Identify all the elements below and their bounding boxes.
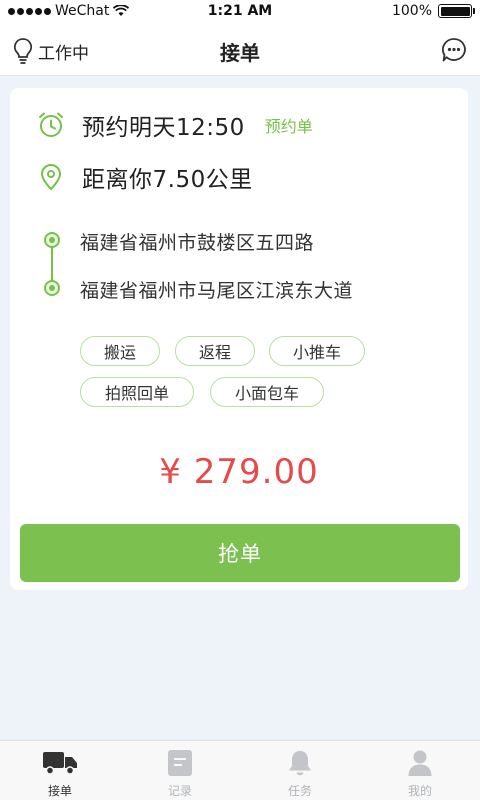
order-card: 预约明天12:50 预约单 距离你7.50公里 福建省福州市鼓楼区五四路 福建省… bbox=[10, 88, 468, 590]
status-bar: WeChat 1:21 AM 100% bbox=[0, 0, 480, 24]
distance-text: 距离你7.50公里 bbox=[82, 167, 253, 193]
bell-icon bbox=[282, 747, 318, 779]
nav-bar: 工作中 接单 bbox=[0, 24, 480, 76]
battery-icon bbox=[438, 4, 475, 18]
tab-records[interactable]: 记录 bbox=[120, 741, 240, 800]
battery-fill bbox=[440, 6, 470, 16]
truck-icon bbox=[42, 747, 78, 779]
service-tag: 返程 bbox=[175, 336, 255, 366]
alarm-clock-icon bbox=[36, 110, 66, 140]
appointment-time: 预约明天12:50 bbox=[82, 115, 245, 141]
document-icon bbox=[162, 747, 198, 779]
tab-orders[interactable]: 接单 bbox=[0, 741, 120, 800]
page-title: 接单 bbox=[220, 41, 260, 65]
message-button[interactable] bbox=[440, 36, 468, 68]
service-tag: 拍照回单 bbox=[80, 377, 194, 407]
service-tag: 搬运 bbox=[80, 336, 160, 366]
chat-bubble-icon bbox=[442, 38, 466, 62]
distance-row: 距离你7.50公里 bbox=[36, 160, 253, 194]
appointment-tag: 预约单 bbox=[264, 117, 313, 136]
tab-label: 接单 bbox=[47, 784, 72, 798]
destination-dot-icon bbox=[44, 280, 60, 296]
origin-address: 福建省福州市鼓楼区五四路 bbox=[80, 232, 315, 254]
battery-percent: 100% bbox=[391, 3, 432, 19]
status-right: 100% bbox=[391, 3, 475, 19]
tab-label: 任务 bbox=[287, 784, 312, 798]
tab-bar: 接单 记录 任务 我的 bbox=[0, 740, 480, 800]
grab-order-button[interactable]: 抢单 bbox=[20, 524, 460, 582]
tab-label: 我的 bbox=[407, 784, 432, 798]
tab-profile[interactable]: 我的 bbox=[360, 741, 480, 800]
person-icon bbox=[402, 747, 438, 779]
service-tag: 小面包车 bbox=[210, 377, 324, 407]
origin-dot-icon bbox=[44, 232, 60, 248]
tab-tasks[interactable]: 任务 bbox=[240, 741, 360, 800]
order-price: ¥ 279.00 bbox=[159, 452, 319, 492]
tab-label: 记录 bbox=[167, 784, 192, 798]
location-pin-icon bbox=[36, 162, 66, 192]
appointment-row: 预约明天12:50 预约单 bbox=[36, 108, 313, 142]
service-tag: 小推车 bbox=[269, 336, 365, 366]
destination-address: 福建省福州市马尾区江滨东大道 bbox=[80, 280, 354, 302]
